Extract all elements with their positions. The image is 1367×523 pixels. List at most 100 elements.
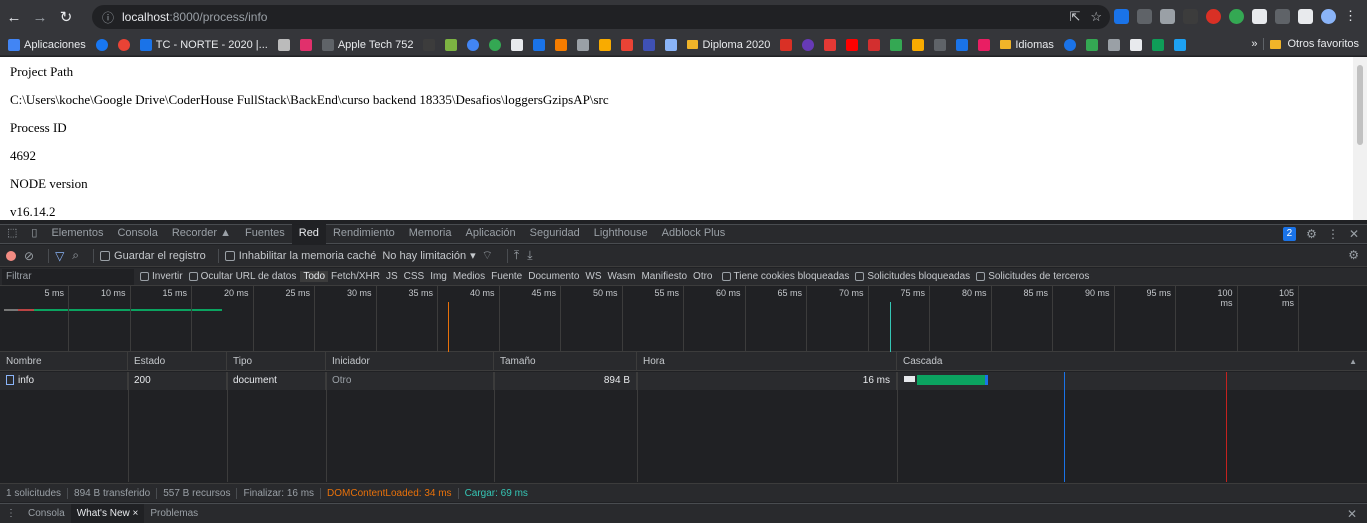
page-scrollbar[interactable]: [1353, 57, 1367, 220]
tab-recorder[interactable]: Recorder ▲: [165, 224, 238, 244]
extension-icon[interactable]: [1160, 8, 1175, 24]
cast-icon[interactable]: [1275, 8, 1290, 24]
abp-icon[interactable]: [1206, 8, 1221, 24]
waterfall-download-bar[interactable]: [917, 375, 987, 385]
tab-rendimiento[interactable]: Rendimiento: [326, 224, 402, 244]
filter-type-fuente[interactable]: Fuente: [488, 271, 525, 282]
devtools-menu-icon[interactable]: ⋮: [1327, 227, 1339, 241]
filter-icon[interactable]: ▽: [55, 249, 64, 263]
record-icon[interactable]: [6, 250, 16, 261]
tab-lighthouse[interactable]: Lighthouse: [587, 224, 655, 244]
column-header-size[interactable]: Tamaño: [494, 352, 637, 371]
device-toolbar-icon[interactable]: ▯: [24, 224, 44, 244]
filter-type-ws[interactable]: WS: [582, 271, 604, 282]
drawer-tab-issues[interactable]: Problemas: [144, 504, 204, 523]
extension-icon[interactable]: [1137, 8, 1152, 24]
bookmark-icon[interactable]: [621, 38, 634, 51]
disable-cache-checkbox[interactable]: Inhabilitar la memoria caché: [224, 250, 376, 262]
drawer-menu-icon[interactable]: ⋮: [0, 504, 22, 523]
filter-type-css[interactable]: CSS: [401, 271, 428, 282]
scrollbar-thumb[interactable]: [1357, 65, 1363, 145]
bookmark-icon[interactable]: [95, 38, 108, 51]
share-icon[interactable]: ⇱: [1069, 9, 1080, 25]
blocked-cookies-checkbox[interactable]: Tiene cookies bloqueadas: [721, 271, 849, 282]
throttling-select[interactable]: No hay limitación ▾: [382, 249, 475, 263]
bookmark-icon[interactable]: [824, 38, 837, 51]
bookmark-item[interactable]: Apple Tech 752: [321, 38, 413, 51]
bookmark-icon[interactable]: [1107, 38, 1120, 51]
tab-fuentes[interactable]: Fuentes: [238, 224, 292, 244]
bookmark-star-icon[interactable]: ☆: [1090, 9, 1102, 25]
inspect-element-icon[interactable]: ⬚: [0, 224, 24, 244]
bookmark-icon[interactable]: [577, 38, 590, 51]
back-arrow-icon[interactable]: ←: [2, 5, 26, 29]
filter-type-otro[interactable]: Otro: [690, 271, 715, 282]
bookmark-icon[interactable]: [555, 38, 568, 51]
side-panel-icon[interactable]: [1298, 8, 1313, 24]
address-bar[interactable]: ⓘ localhost:8000/process/info ⇱ ☆: [92, 5, 1110, 29]
bookmark-icon[interactable]: [978, 38, 991, 51]
third-party-checkbox[interactable]: Solicitudes de terceros: [976, 271, 1089, 282]
site-info-icon[interactable]: ⓘ: [102, 9, 114, 26]
filter-input[interactable]: Filtrar: [2, 268, 134, 285]
invert-checkbox[interactable]: Invertir: [140, 271, 183, 282]
bookmark-icon[interactable]: [1151, 38, 1164, 51]
close-devtools-icon[interactable]: ✕: [1349, 227, 1359, 241]
menu-kebab-icon[interactable]: ⋮: [1344, 8, 1357, 24]
filter-type-documento[interactable]: Documento: [525, 271, 582, 282]
bookmark-icon[interactable]: [890, 38, 903, 51]
table-row[interactable]: info 200 document Otro 894 B 16 ms: [0, 372, 1367, 390]
tab-red[interactable]: Red: [291, 224, 326, 244]
bookmark-icon[interactable]: [1173, 38, 1186, 51]
filter-type-img[interactable]: Img: [427, 271, 450, 282]
bookmark-icon[interactable]: [599, 38, 612, 51]
network-overview[interactable]: 5 ms 10 ms 15 ms 20 ms 25 ms 30 ms 35 ms 40 ms 4…: [0, 286, 1367, 352]
tab-adblock-plus[interactable]: Adblock Plus: [655, 224, 733, 244]
search-icon[interactable]: ⌕: [72, 248, 79, 263]
issues-badge[interactable]: 2: [1282, 227, 1297, 241]
extension-icon[interactable]: [1183, 8, 1198, 24]
filter-type-manifiesto[interactable]: Manifiesto: [638, 271, 690, 282]
bookmark-icon[interactable]: [445, 38, 458, 51]
blocked-requests-checkbox[interactable]: Solicitudes bloqueadas: [855, 271, 970, 282]
filter-type-todo[interactable]: Todo: [300, 271, 329, 282]
preserve-log-checkbox[interactable]: Guardar el registro: [100, 250, 206, 262]
close-tab-icon[interactable]: ×: [133, 508, 139, 519]
settings-gear-icon[interactable]: ⚙: [1306, 227, 1317, 241]
tab-consola[interactable]: Consola: [110, 224, 164, 244]
tab-memoria[interactable]: Memoria: [402, 224, 459, 244]
bookmark-icon[interactable]: [1085, 38, 1098, 51]
bookmark-icon[interactable]: [868, 38, 881, 51]
bookmark-icon[interactable]: [277, 38, 290, 51]
column-header-type[interactable]: Tipo: [227, 352, 326, 371]
bookmark-icon[interactable]: [117, 38, 130, 51]
filter-type-fetch-xhr[interactable]: Fetch/XHR: [328, 271, 383, 282]
bookmark-item[interactable]: Aplicaciones: [8, 38, 86, 51]
bookmark-icon[interactable]: [780, 38, 793, 51]
bookmark-icon[interactable]: [802, 38, 815, 51]
export-har-icon[interactable]: ⤓: [527, 248, 532, 263]
bookmark-item[interactable]: TC - NORTE - 2020 |...: [139, 38, 268, 51]
reload-icon[interactable]: ↻: [54, 5, 78, 29]
drawer-tab-whats-new[interactable]: What's New ×: [70, 504, 145, 523]
bookmark-icon[interactable]: [934, 38, 947, 51]
tab-aplicación[interactable]: Aplicación: [459, 224, 523, 244]
bookmark-icon[interactable]: [1063, 38, 1076, 51]
bookmark-icon[interactable]: [533, 38, 546, 51]
column-header-time[interactable]: Hora: [637, 352, 897, 371]
bookmark-icon[interactable]: [423, 38, 436, 51]
bookmark-icon[interactable]: [1129, 38, 1142, 51]
network-settings-gear-icon[interactable]: ⚙: [1348, 248, 1359, 262]
extension-icon[interactable]: [1114, 8, 1129, 24]
drawer-tab-console[interactable]: Consola: [22, 504, 71, 523]
column-header-name[interactable]: Nombre: [0, 352, 128, 371]
bookmark-icon[interactable]: [912, 38, 925, 51]
bookmark-item[interactable]: Diploma 2020: [687, 39, 770, 51]
close-drawer-icon[interactable]: ✕: [1347, 507, 1357, 521]
profile-avatar[interactable]: [1321, 8, 1336, 24]
bookmark-icon[interactable]: [643, 38, 656, 51]
import-har-icon[interactable]: ⤒: [514, 248, 519, 263]
bookmark-icon[interactable]: [299, 38, 312, 51]
bookmark-icon[interactable]: [956, 38, 969, 51]
bookmark-icon[interactable]: [665, 38, 678, 51]
